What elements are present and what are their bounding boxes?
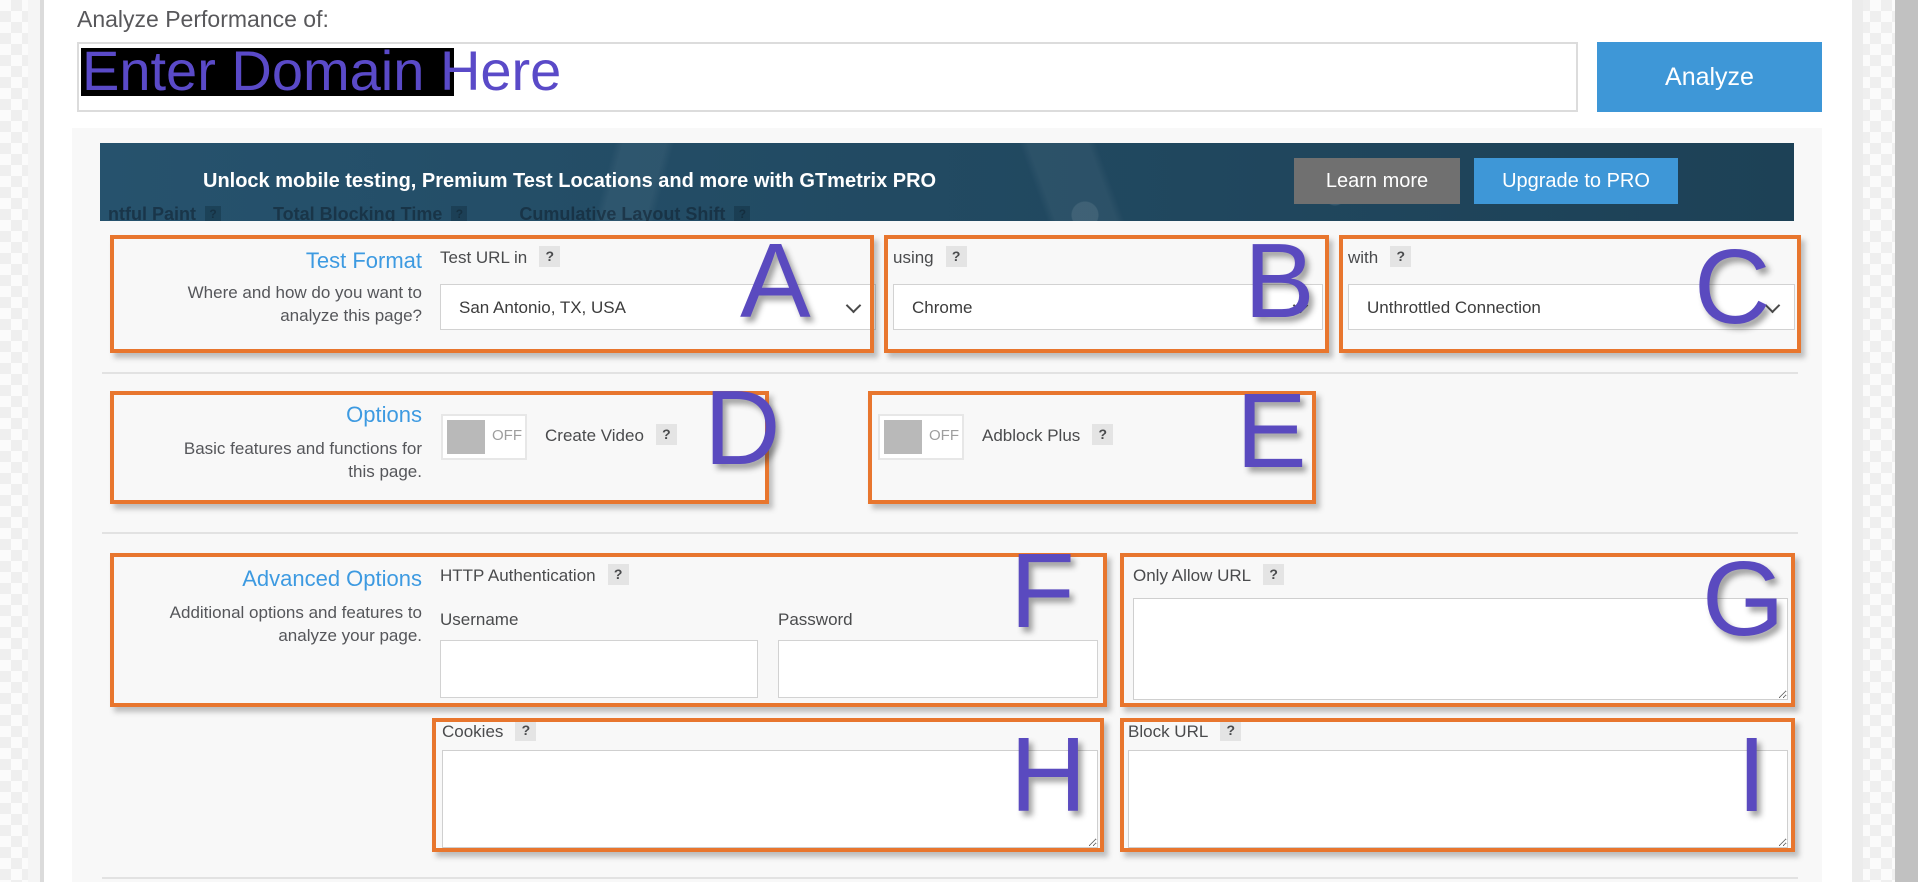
options-description: Basic features and functions for this pa… bbox=[168, 438, 422, 484]
label-text: with bbox=[1348, 248, 1378, 268]
label-text: Test URL in bbox=[440, 248, 527, 268]
using-label: using ? bbox=[893, 248, 967, 268]
toggle-knob bbox=[447, 420, 485, 454]
username-field[interactable] bbox=[440, 640, 758, 698]
help-icon: ? bbox=[451, 206, 467, 221]
connection-select[interactable]: Unthrottled Connection bbox=[1348, 284, 1795, 330]
help-icon[interactable]: ? bbox=[608, 564, 629, 585]
label-text: HTTP Authentication bbox=[440, 566, 596, 586]
help-icon[interactable]: ? bbox=[1390, 246, 1411, 267]
label-text: Adblock Plus bbox=[982, 426, 1080, 446]
ghost-label: Cumulative Layout Shift? bbox=[519, 204, 750, 221]
only-allow-url-textarea[interactable] bbox=[1133, 598, 1788, 700]
page: Analyze Performance of: Enter Domain Her… bbox=[0, 0, 1918, 882]
left-gutter bbox=[28, 0, 40, 882]
toggle-knob bbox=[884, 420, 922, 454]
browser-select-control[interactable]: Chrome bbox=[893, 284, 1323, 330]
upgrade-to-pro-button[interactable]: Upgrade to PRO bbox=[1474, 158, 1678, 204]
help-icon[interactable]: ? bbox=[515, 720, 536, 741]
toggle-state-label: OFF bbox=[489, 427, 525, 444]
help-icon: ? bbox=[734, 206, 750, 221]
label-text: Create Video bbox=[545, 426, 644, 446]
http-authentication-label: HTTP Authentication ? bbox=[440, 566, 629, 586]
pro-banner: Unlock mobile testing, Premium Test Loca… bbox=[100, 143, 1794, 221]
domain-placeholder-rest: n Here bbox=[393, 39, 561, 102]
domain-placeholder-highlighted: Enter Domai bbox=[82, 39, 393, 102]
label-text: using bbox=[893, 248, 934, 268]
help-icon[interactable]: ? bbox=[656, 424, 677, 445]
cookies-textarea[interactable] bbox=[442, 750, 1098, 848]
adblock-plus-toggle[interactable]: OFF bbox=[878, 414, 964, 460]
label-text: Only Allow URL bbox=[1133, 566, 1251, 586]
advanced-options-heading: Advanced Options bbox=[110, 566, 422, 592]
ghost-label: Total Blocking Time? bbox=[273, 204, 467, 221]
domain-input[interactable]: Enter Domain Here bbox=[77, 42, 1578, 112]
help-icon[interactable]: ? bbox=[946, 246, 967, 267]
analyze-button[interactable]: Analyze bbox=[1597, 42, 1822, 112]
test-location-select[interactable]: San Antonio, TX, USA bbox=[440, 284, 876, 330]
ghost-label-text: Total Blocking Time bbox=[273, 204, 442, 221]
learn-more-button[interactable]: Learn more bbox=[1294, 158, 1460, 204]
ghost-metric-labels: ntful Paint? Total Blocking Time? Cumula… bbox=[108, 204, 750, 221]
block-url-label: Block URL ? bbox=[1128, 722, 1241, 742]
password-label: Password bbox=[778, 610, 853, 630]
section-divider bbox=[102, 877, 1798, 879]
label-text: Cookies bbox=[442, 722, 503, 742]
test-format-heading: Test Format bbox=[110, 248, 422, 274]
pro-banner-message: Unlock mobile testing, Premium Test Loca… bbox=[203, 170, 936, 193]
ghost-label-text: ntful Paint bbox=[108, 204, 196, 221]
options-heading: Options bbox=[110, 402, 422, 428]
ghost-label: ntful Paint? bbox=[108, 204, 221, 221]
vertical-scrollbar[interactable] bbox=[1895, 0, 1918, 882]
label-text: Username bbox=[440, 610, 518, 630]
domain-placeholder-text: Enter Domain Here bbox=[82, 40, 561, 102]
cookies-label: Cookies ? bbox=[442, 722, 536, 742]
create-video-label: Create Video ? bbox=[545, 426, 677, 446]
help-icon: ? bbox=[205, 206, 221, 221]
test-location-select-control[interactable]: San Antonio, TX, USA bbox=[440, 284, 876, 330]
page-title: Analyze Performance of: bbox=[77, 6, 329, 33]
help-icon[interactable]: ? bbox=[1220, 720, 1241, 741]
help-icon[interactable]: ? bbox=[1092, 424, 1113, 445]
adblock-plus-label: Adblock Plus ? bbox=[982, 426, 1113, 446]
help-icon[interactable]: ? bbox=[1263, 564, 1284, 585]
label-text: Block URL bbox=[1128, 722, 1208, 742]
section-divider bbox=[102, 532, 1798, 534]
help-icon[interactable]: ? bbox=[539, 246, 560, 267]
label-text: Password bbox=[778, 610, 853, 630]
browser-select[interactable]: Chrome bbox=[893, 284, 1323, 330]
only-allow-url-label: Only Allow URL ? bbox=[1133, 566, 1284, 586]
block-url-textarea[interactable] bbox=[1128, 750, 1788, 848]
with-label: with ? bbox=[1348, 248, 1411, 268]
toggle-state-label: OFF bbox=[926, 427, 962, 444]
ghost-label-text: Cumulative Layout Shift bbox=[519, 204, 725, 221]
test-format-description: Where and how do you want to analyze thi… bbox=[168, 282, 422, 328]
section-divider bbox=[102, 372, 1798, 374]
create-video-toggle[interactable]: OFF bbox=[441, 414, 527, 460]
password-field[interactable] bbox=[778, 640, 1098, 698]
username-label: Username bbox=[440, 610, 518, 630]
connection-select-control[interactable]: Unthrottled Connection bbox=[1348, 284, 1795, 330]
test-url-in-label: Test URL in ? bbox=[440, 248, 560, 268]
advanced-options-description: Additional options and features to analy… bbox=[168, 602, 422, 648]
